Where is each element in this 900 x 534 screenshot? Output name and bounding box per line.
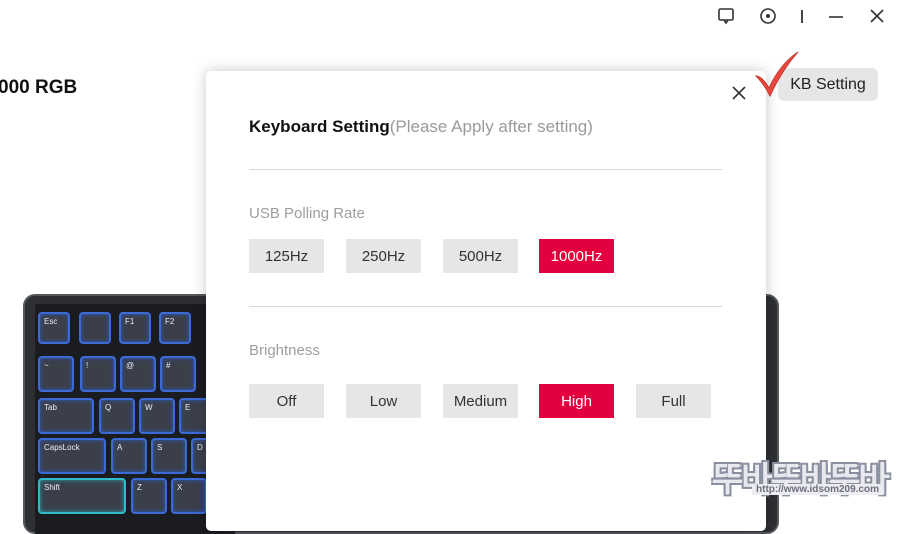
close-icon[interactable]: [867, 6, 887, 26]
polling-rate-label: USB Polling Rate: [249, 205, 365, 222]
brightness-option-full[interactable]: Full: [636, 384, 711, 418]
divider-bar-icon: [792, 6, 812, 26]
dialog-close-icon[interactable]: [731, 85, 747, 101]
dialog-title-note: (Please Apply after setting): [389, 117, 593, 136]
polling-option-500hz[interactable]: 500Hz: [443, 239, 518, 273]
keyboard-keys-area: Esc F1 F2 ~ ! @ # Tab Q W E CapsLock A S…: [35, 304, 235, 534]
feedback-icon[interactable]: [716, 6, 736, 26]
minimize-icon[interactable]: [826, 6, 846, 26]
dialog-title: Keyboard Setting(Please Apply after sett…: [249, 117, 593, 137]
key-2: @: [120, 356, 156, 392]
checkmark-icon: [752, 50, 802, 100]
window-controls: [0, 6, 900, 26]
key-f2: F2: [159, 312, 191, 344]
key-1: !: [80, 356, 116, 392]
polling-option-1000hz[interactable]: 1000Hz: [539, 239, 614, 273]
key-shift: Shift: [38, 478, 126, 514]
brightness-option-high[interactable]: High: [539, 384, 614, 418]
key-esc: Esc: [38, 312, 70, 344]
key-x: X: [171, 478, 207, 514]
divider: [249, 306, 722, 307]
dialog-title-main: Keyboard Setting: [249, 117, 390, 136]
settings-target-icon[interactable]: [758, 6, 778, 26]
polling-option-125hz[interactable]: 125Hz: [249, 239, 324, 273]
brightness-label: Brightness: [249, 342, 320, 359]
key-q: Q: [99, 398, 135, 434]
key-f1: F1: [119, 312, 151, 344]
key-s: S: [151, 438, 187, 474]
divider: [249, 169, 722, 170]
watermark-url: http://www.idsom209.com: [752, 484, 883, 495]
key-3: #: [160, 356, 196, 392]
brightness-option-low[interactable]: Low: [346, 384, 421, 418]
key-capslock: CapsLock: [38, 438, 106, 474]
product-title: 000 RGB: [0, 77, 78, 98]
key-tilde: ~: [38, 356, 74, 392]
key-fn-symbol: [79, 312, 111, 344]
key-w: W: [139, 398, 175, 434]
polling-option-250hz[interactable]: 250Hz: [346, 239, 421, 273]
keyboard-setting-dialog: Keyboard Setting(Please Apply after sett…: [206, 71, 766, 531]
brightness-option-off[interactable]: Off: [249, 384, 324, 418]
brightness-option-medium[interactable]: Medium: [443, 384, 518, 418]
watermark: 뚜바뚜바뚜바 http://www.idsom209.com: [712, 452, 894, 500]
key-tab: Tab: [38, 398, 94, 434]
key-z: Z: [131, 478, 167, 514]
key-a: A: [111, 438, 147, 474]
